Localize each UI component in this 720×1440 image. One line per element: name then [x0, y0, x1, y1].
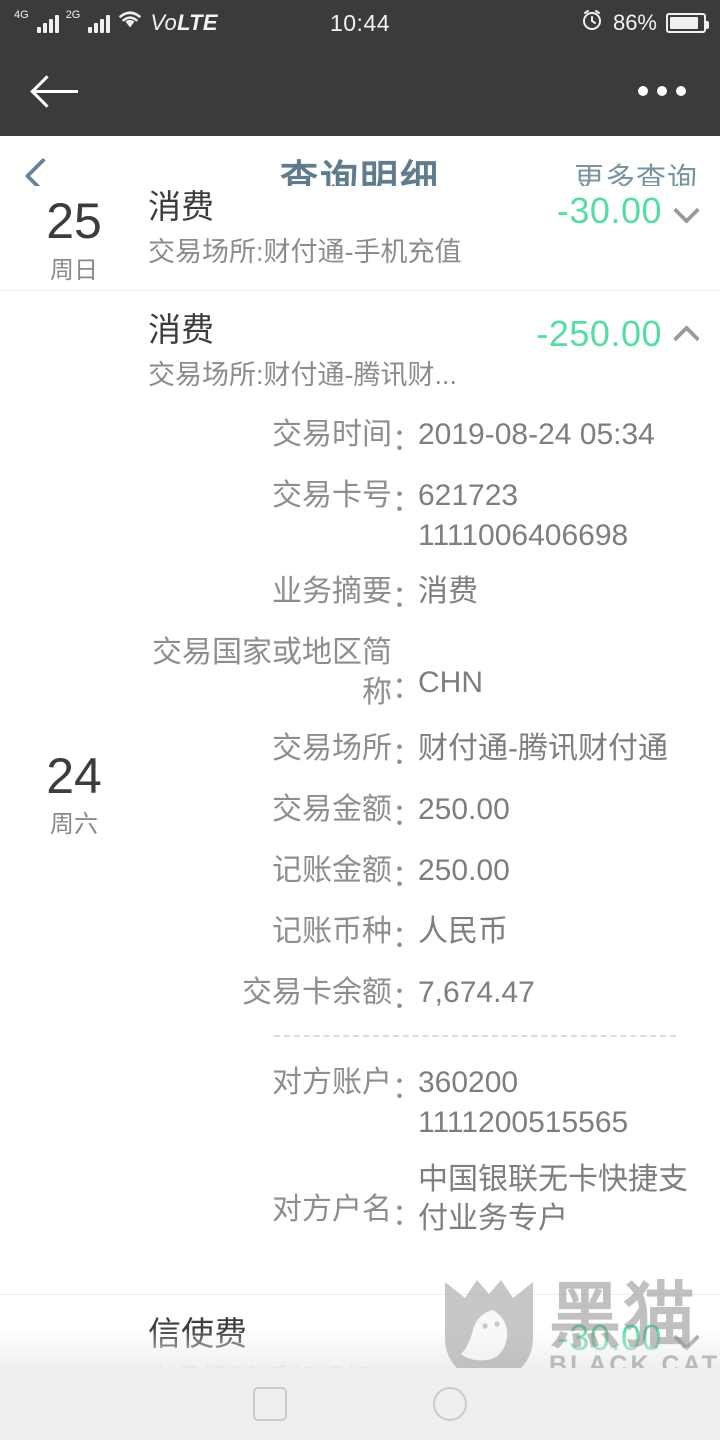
- signal-bars-sim1-icon: [36, 13, 59, 33]
- transaction-body: 消费 交易场所:财付通-手机充值 -30.00: [148, 186, 720, 290]
- transaction-date: 25 周日: [0, 186, 148, 290]
- chevron-down-icon[interactable]: [676, 1327, 698, 1349]
- chevron-down-icon[interactable]: [676, 200, 698, 222]
- detail-label: 业务摘要: [272, 575, 392, 609]
- status-bar-left: 4G 2G VoLTE: [14, 10, 218, 36]
- detail-value: 250.00: [418, 793, 510, 827]
- detail-label: 交易场所: [272, 732, 392, 766]
- arrow-left-icon[interactable]: [34, 74, 78, 108]
- sim2-network-tag: 2G: [65, 9, 81, 21]
- battery-percent-label: 86%: [612, 10, 657, 35]
- circle-home-icon[interactable]: [433, 1387, 467, 1421]
- detail-value: 250.00: [418, 854, 510, 888]
- transaction-date: 24 周六: [0, 291, 148, 1294]
- detail-colon: ：: [392, 799, 422, 833]
- app-bar: [0, 46, 720, 136]
- transaction-subtitle: 交易场所:财付通-腾讯财...: [148, 360, 457, 391]
- detail-row: 交易场所 ： 财付通-腾讯财付通: [148, 729, 698, 773]
- detail-row: 交易时间 ： 2019-08-24 05:34: [148, 415, 698, 459]
- detail-colon: ：: [392, 581, 422, 615]
- sim1-network-tag: 4G: [14, 9, 29, 21]
- detail-colon: ：: [392, 738, 422, 772]
- transaction-subtitle: 交易场所:财付通-手机充值: [148, 237, 462, 268]
- detail-row: 记账币种 ： 人民币: [148, 912, 698, 956]
- detail-value: 财付通-腾讯财付通: [418, 732, 668, 766]
- detail-row: 对方账户 ： 360200 1111200515565: [148, 1063, 698, 1142]
- detail-label: 交易时间: [272, 418, 392, 451]
- chevron-up-icon[interactable]: [676, 323, 698, 345]
- transaction-day: 24: [46, 747, 102, 804]
- table-row[interactable]: 24 周六 消费 交易场所:财付通-腾讯财... -250.00 交易时间 ： …: [0, 291, 720, 1295]
- detail-label: 记账金额: [272, 854, 392, 888]
- detail-row: 对方户名 ： 中国银联无卡快捷支付业务专户: [148, 1160, 698, 1239]
- transaction-title: 消费: [148, 188, 214, 225]
- detail-label: 对方户名: [272, 1192, 392, 1226]
- detail-value: 中国银联无卡快捷支付业务专户: [418, 1162, 688, 1236]
- detail-label: 记账币种: [272, 915, 392, 949]
- alarm-icon: [580, 8, 604, 38]
- more-horizontal-icon[interactable]: [638, 86, 686, 96]
- detail-value: CHN: [418, 666, 483, 700]
- table-row[interactable]: 25 周日 消费 交易场所:财付通-手机充值 -30.00: [0, 186, 720, 291]
- signal-bars-sim2-icon: [88, 13, 111, 33]
- transaction-amount: -30.00: [556, 190, 662, 231]
- detail-row: 业务摘要 ： 消费: [148, 572, 698, 616]
- detail-label: 交易国家或地区简称: [152, 636, 392, 709]
- battery-icon: [666, 13, 709, 33]
- detail-value: 消费: [418, 575, 478, 609]
- detail-value: 人民币: [418, 915, 508, 949]
- detail-label: 对方账户: [272, 1066, 392, 1100]
- square-recents-icon[interactable]: [253, 1387, 287, 1421]
- status-bar-right: 86%: [580, 8, 709, 38]
- detail-row: 交易金额 ： 250.00: [148, 790, 698, 834]
- transaction-weekday: 周日: [50, 256, 98, 284]
- detail-value: 360200 1111200515565: [418, 1066, 629, 1139]
- transaction-body: 消费 交易场所:财付通-腾讯财... -250.00 交易时间 ： 2019-0…: [148, 291, 720, 1294]
- transaction-weekday: 周六: [50, 811, 98, 839]
- transaction-detail-panel: 交易时间 ： 2019-08-24 05:34 交易卡号 ： 621723 11…: [148, 393, 720, 1274]
- detail-value: 621723 1111006406698: [418, 479, 629, 552]
- detail-colon: ：: [392, 672, 422, 706]
- status-bar: 4G 2G VoLTE 10:44 86%: [0, 0, 720, 46]
- transaction-list: 25 周日 消费 交易场所:财付通-手机充值 -30.00 24 周六 消费 交…: [0, 186, 720, 1440]
- detail-row: 交易国家或地区简称 ： CHN: [148, 633, 698, 712]
- transaction-amount: -250.00: [536, 313, 662, 354]
- detail-divider: [274, 1035, 676, 1038]
- detail-row: 记账金额 ： 250.00: [148, 851, 698, 895]
- detail-label: 交易卡余额: [242, 976, 392, 1010]
- wifi-icon: [117, 10, 143, 36]
- detail-value: 7,674.47: [418, 976, 535, 1010]
- detail-label: 交易卡号: [272, 479, 392, 512]
- android-nav-bar: [0, 1368, 720, 1440]
- detail-label: 交易金额: [272, 793, 392, 827]
- detail-colon: ：: [392, 1072, 422, 1106]
- phone-screen: 4G 2G VoLTE 10:44 86% 查询明细 更多查询 25 周日 消费…: [0, 0, 720, 1440]
- transaction-title: 信使费: [148, 1314, 247, 1352]
- detail-colon: ：: [392, 921, 422, 955]
- transaction-day: 25: [46, 193, 102, 250]
- detail-value: 2019-08-24 05:34: [418, 418, 655, 451]
- volte-label: VoLTE: [150, 10, 218, 35]
- transaction-amount: -30.00: [556, 1316, 662, 1358]
- detail-colon: ：: [392, 485, 422, 518]
- detail-colon: ：: [392, 860, 422, 894]
- detail-colon: ：: [392, 1198, 422, 1232]
- transaction-title: 消费: [148, 311, 214, 348]
- detail-colon: ：: [392, 982, 422, 1016]
- detail-colon: ：: [392, 424, 422, 457]
- detail-row: 交易卡号 ： 621723 1111006406698: [148, 476, 698, 555]
- detail-row: 交易卡余额 ： 7,674.47: [148, 973, 698, 1017]
